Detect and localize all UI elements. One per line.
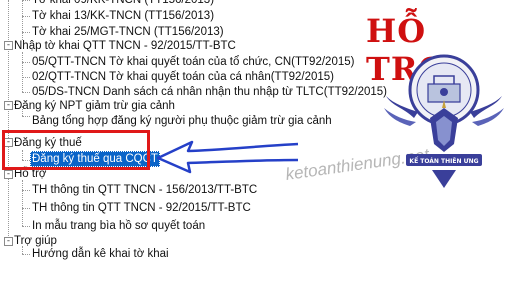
tree-item-th-qtt-92[interactable]: TH thông tin QTT TNCN - 92/2015/TT-BTC — [30, 200, 253, 216]
tree-item-label: 02/QTT-TNCN Tờ khai quyết toán của cá nh… — [32, 71, 334, 83]
tree-item-label: TH thông tin QTT TNCN - 156/2013/TT-BTC — [32, 184, 258, 196]
tree-node-nhap-qtt-tncn[interactable]: Nhập tờ khai QTT TNCN - 92/2015/TT-BTC — [12, 38, 238, 54]
tree-item-label: Tờ khai 13/KK-TNCN (TT156/2013) — [32, 10, 215, 22]
tree-item-label: TH thông tin QTT TNCN - 92/2015/TT-BTC — [32, 202, 251, 214]
arrow-icon — [156, 140, 299, 174]
tree-line — [22, 92, 30, 93]
highlight-box — [2, 130, 150, 170]
company-logo: KẾ TOÁN THIÊN ƯNG — [384, 54, 504, 188]
tree-line — [22, 116, 30, 117]
tree-line — [22, 77, 30, 78]
tree-item-label: Tờ khai 09/KK-TNCN (TT156/2013) — [32, 0, 215, 6]
tree-item-02-qtt[interactable]: 02/QTT-TNCN Tờ khai quyết toán của cá nh… — [30, 69, 336, 85]
tree-item-in-mau-trang-bia[interactable]: In mẫu trang bìa hồ sơ quyết toán — [30, 218, 207, 234]
tree-item-label: Nhập tờ khai QTT TNCN - 92/2015/TT-BTC — [14, 40, 236, 52]
tree-line — [22, 0, 23, 40]
tree-item-th-qtt-156[interactable]: TH thông tin QTT TNCN - 156/2013/TT-BTC — [30, 182, 259, 198]
tree-item-label: Đăng ký NPT giảm trừ gia cảnh — [14, 100, 175, 112]
tree-line — [22, 254, 30, 255]
tree-item-huong-dan-ke-khai[interactable]: Hướng dẫn kê khai tờ khai — [30, 246, 171, 262]
tree-item-05-qtt[interactable]: 05/QTT-TNCN Tờ khai quyết toán của tổ ch… — [30, 54, 356, 70]
tree-line — [22, 180, 23, 226]
tree-item-label: 05/QTT-TNCN Tờ khai quyết toán của tổ ch… — [32, 56, 355, 68]
tree-line — [22, 62, 30, 63]
tree-item-bang-tong-hop-npt[interactable]: Bảng tổng hợp đăng ký người phụ thuộc gi… — [30, 113, 334, 129]
tree-line — [22, 32, 30, 33]
tree-line — [22, 16, 30, 17]
tree-line — [22, 208, 30, 209]
tree-line — [22, 226, 30, 227]
tree-item-label: Hướng dẫn kê khai tờ khai — [32, 248, 169, 260]
tree-item-to-khai-09[interactable]: Tờ khai 09/KK-TNCN (TT156/2013) — [30, 0, 216, 8]
tree-item-to-khai-13[interactable]: Tờ khai 13/KK-TNCN (TT156/2013) — [30, 8, 216, 24]
tree-node-dang-ky-npt[interactable]: Đăng ký NPT giảm trừ gia cảnh — [12, 98, 177, 114]
logo-text: KẾ TOÁN THIÊN ƯNG — [409, 157, 478, 165]
tree-line — [22, 0, 30, 1]
tree-line — [8, 0, 9, 246]
tree-item-label: Bảng tổng hợp đăng ký người phụ thuộc gi… — [32, 115, 332, 127]
tree-item-label: In mẫu trang bìa hồ sơ quyết toán — [32, 220, 206, 232]
tree-line — [22, 52, 23, 92]
tree-line — [22, 190, 30, 191]
